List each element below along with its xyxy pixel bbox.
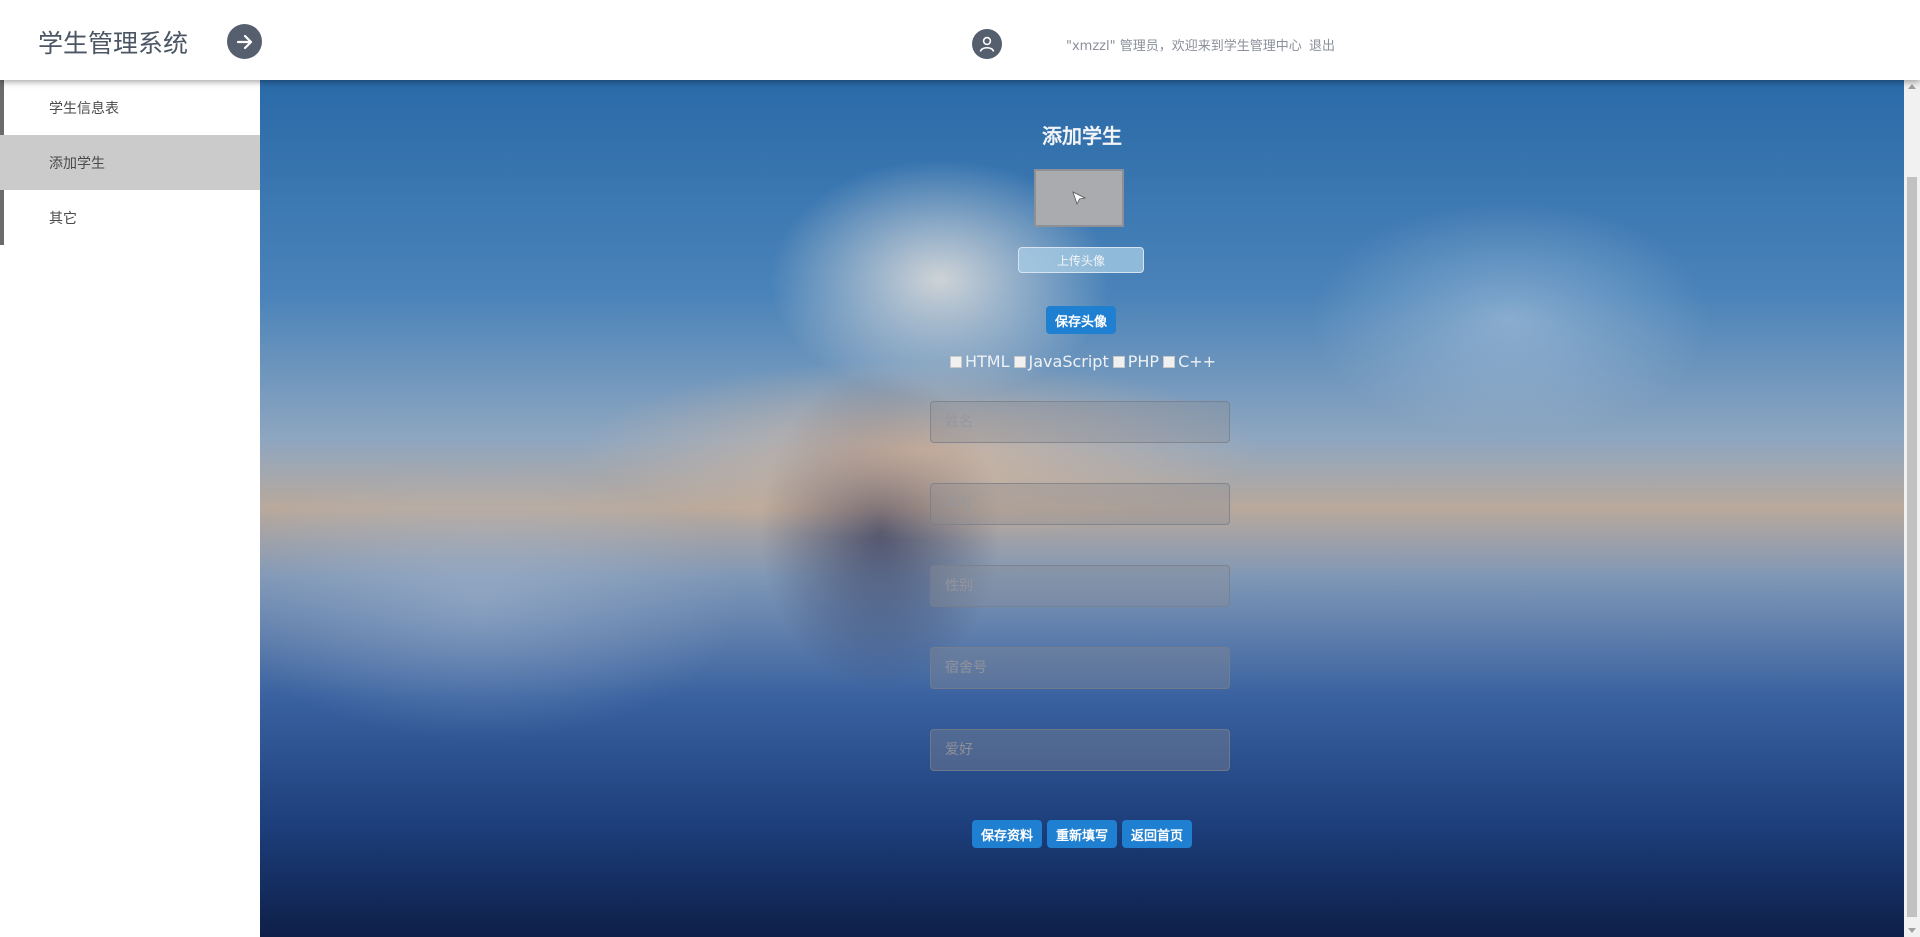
gender-input[interactable] — [930, 565, 1230, 607]
cursor-icon — [1072, 191, 1087, 206]
top-header: 学生管理系统 "xmzzl" 管理员，欢迎来到学生管理中心 退出 — [0, 0, 1920, 80]
hobby-checkbox-group: HTML JavaScript PHP C++ — [950, 352, 1220, 371]
vertical-scrollbar[interactable] — [1904, 80, 1920, 937]
sidebar: 学生信息表 添加学生 其它 — [0, 80, 260, 937]
arrow-right-icon[interactable] — [227, 24, 262, 59]
sidebar-item-label: 学生信息表 — [49, 100, 119, 117]
sidebar-item-add-student[interactable]: 添加学生 — [0, 135, 260, 190]
name-input[interactable] — [930, 401, 1230, 443]
scroll-up-icon[interactable] — [1908, 84, 1916, 89]
sidebar-item-other[interactable]: 其它 — [0, 190, 260, 245]
sidebar-item-label: 其它 — [49, 210, 77, 227]
upload-avatar-button[interactable]: 上传头像 — [1018, 247, 1144, 273]
user-icon — [972, 29, 1002, 59]
logout-link[interactable]: 退出 — [1309, 35, 1335, 54]
checkbox-cpp[interactable] — [1163, 355, 1176, 368]
back-home-button[interactable]: 返回首页 — [1122, 820, 1192, 848]
checkbox-php[interactable] — [1112, 355, 1125, 368]
sidebar-item-student-list[interactable]: 学生信息表 — [0, 80, 260, 135]
reset-form-button[interactable]: 重新填写 — [1047, 820, 1117, 848]
welcome-text: "xmzzl" 管理员，欢迎来到学生管理中心 — [1066, 39, 1302, 54]
save-avatar-button[interactable]: 保存头像 — [1046, 306, 1116, 334]
save-info-button[interactable]: 保存资料 — [972, 820, 1042, 848]
scroll-thumb[interactable] — [1907, 177, 1917, 917]
page-title: 添加学生 — [1042, 124, 1122, 148]
avatar-preview — [1034, 169, 1124, 227]
checkbox-javascript[interactable] — [1013, 355, 1026, 368]
checkbox-label: C++ — [1178, 352, 1217, 371]
sidebar-item-label: 添加学生 — [49, 155, 105, 172]
main-content: 添加学生 上传头像 保存头像 HTML JavaScript PHP C++ 保… — [260, 80, 1904, 937]
scroll-down-icon[interactable] — [1908, 928, 1916, 933]
dorm-input[interactable] — [930, 647, 1230, 689]
checkbox-label: HTML — [965, 352, 1010, 371]
hobby-input[interactable] — [930, 729, 1230, 771]
student-id-input[interactable] — [930, 483, 1230, 525]
checkbox-html[interactable] — [950, 355, 962, 368]
checkbox-label: PHP — [1127, 352, 1160, 371]
app-title: 学生管理系统 — [38, 29, 189, 58]
checkbox-label: JavaScript — [1028, 352, 1109, 371]
